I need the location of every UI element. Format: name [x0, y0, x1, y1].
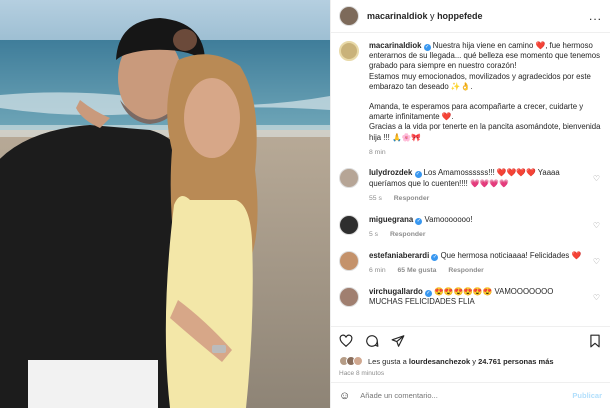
post-time[interactable]: Hace 8 minutos	[331, 368, 610, 382]
comment-heart-icon[interactable]: ♡	[593, 257, 600, 266]
comment-item: virchugallardo ✓ 😍😍😍😍😍😍 VAMOOOOOOO MUCHA…	[339, 286, 602, 308]
caption-avatar[interactable]	[339, 41, 359, 61]
author-username-1[interactable]: macarinaldiok	[367, 11, 428, 21]
comment-text: Vamooooooo!	[424, 214, 473, 224]
verified-icon: ✓	[424, 289, 432, 297]
publish-button[interactable]: Publicar	[572, 391, 602, 400]
verified-icon: ✓	[414, 171, 422, 179]
comment-username[interactable]: lulydrozdek	[369, 168, 412, 177]
comment-meta: 55 s Responder	[369, 194, 588, 205]
heart-icon[interactable]	[339, 334, 353, 348]
add-comment-bar: ☺ Publicar	[331, 382, 610, 408]
comment-meta: 6 min 65 Me gusta Responder	[369, 266, 588, 277]
comment-item: miguegrana ✓ Vamooooooo! 5 s Responder ♡	[339, 214, 602, 241]
reply-button[interactable]: Responder	[394, 195, 430, 202]
comment-meta: 5 s Responder	[369, 230, 588, 241]
caption: macarinaldiok ✓ Nuestra hija viene en ca…	[339, 41, 602, 158]
comment-avatar[interactable]	[339, 168, 359, 189]
comments-list: macarinaldiok ✓ Nuestra hija viene en ca…	[331, 33, 610, 326]
comment-input[interactable]	[360, 391, 573, 400]
caption-meta: 8 min	[369, 148, 602, 158]
comment-body: estefaniaberardi ✓ Que hermosa noticiaaa…	[369, 251, 602, 277]
caption-line-4: Gracias a la vida por tenerte en la panc…	[369, 122, 601, 142]
comment-body: lulydrozdek ✓ Los Amamossssss!!! ❤️❤️❤️❤…	[369, 168, 602, 205]
author-avatar[interactable]	[339, 6, 359, 26]
caption-line-2: Estamos muy emocionados, movilizados y a…	[369, 71, 591, 91]
comment-text: Que hermosa noticiaaaa! Felicidades ❤️	[440, 250, 582, 260]
caption-username[interactable]: macarinaldiok	[369, 41, 421, 50]
comment-time[interactable]: 5 s	[369, 231, 378, 238]
post-sidebar: macarinaldiok y hoppefede ... macarinald…	[330, 0, 610, 408]
post-photo[interactable]	[0, 0, 330, 408]
comment-avatar[interactable]	[339, 250, 359, 271]
more-icon[interactable]: ...	[589, 9, 602, 23]
caption-time[interactable]: 8 min	[369, 149, 386, 156]
liker-username[interactable]: lourdesanchezok	[409, 357, 470, 366]
comment-username[interactable]: virchugallardo	[369, 287, 423, 296]
comment-item: estefaniaberardi ✓ Que hermosa noticiaaa…	[339, 250, 602, 277]
verified-icon: ✓	[415, 217, 423, 225]
comment-time[interactable]: 55 s	[369, 195, 382, 202]
comment-username[interactable]: estefaniaberardi	[369, 251, 429, 260]
comment-icon[interactable]	[365, 334, 379, 348]
share-icon[interactable]	[391, 334, 405, 348]
comment-heart-icon[interactable]: ♡	[593, 293, 600, 302]
likes-conjunction: y	[472, 356, 476, 366]
likes-text: Les gusta a lourdesanchezok y 24.761 per…	[368, 357, 554, 366]
post-header: macarinaldiok y hoppefede ...	[331, 0, 610, 33]
comment-avatar[interactable]	[339, 286, 359, 307]
comment-heart-icon[interactable]: ♡	[593, 221, 600, 230]
comment-likes[interactable]: 65 Me gusta	[398, 267, 437, 274]
comment-time[interactable]: 6 min	[369, 267, 386, 274]
comment-item: lulydrozdek ✓ Los Amamossssss!!! ❤️❤️❤️❤…	[339, 168, 602, 205]
verified-icon: ✓	[431, 253, 439, 261]
likes-summary: Les gusta a lourdesanchezok y 24.761 per…	[331, 354, 610, 368]
comment-heart-icon[interactable]: ♡	[593, 174, 600, 183]
caption-line-3: Amanda, te esperamos para acompañarte a …	[369, 102, 584, 122]
comment-avatar[interactable]	[339, 214, 359, 235]
caption-text: macarinaldiok ✓ Nuestra hija viene en ca…	[369, 41, 602, 158]
authors-conjunction: y	[430, 11, 435, 21]
bookmark-icon[interactable]	[588, 334, 602, 348]
couple-photo	[0, 0, 330, 408]
instagram-post: macarinaldiok y hoppefede ... macarinald…	[0, 0, 610, 408]
reply-button[interactable]: Responder	[448, 267, 484, 274]
likes-count[interactable]: 24.761 personas más	[478, 357, 553, 366]
liker-avatar	[353, 356, 363, 366]
likes-prefix: Les gusta a	[368, 356, 407, 366]
verified-icon: ✓	[423, 44, 431, 51]
author-username-2[interactable]: hoppefede	[437, 11, 483, 21]
comment-body: miguegrana ✓ Vamooooooo! 5 s Responder	[369, 215, 602, 241]
comment-body: virchugallardo ✓ 😍😍😍😍😍😍 VAMOOOOOOO MUCHA…	[369, 287, 602, 308]
reply-button[interactable]: Responder	[390, 231, 426, 238]
action-bar	[331, 326, 610, 354]
emoji-icon[interactable]: ☺	[339, 390, 350, 402]
post-authors: macarinaldiok y hoppefede	[367, 11, 589, 21]
comment-username[interactable]: miguegrana	[369, 215, 413, 224]
